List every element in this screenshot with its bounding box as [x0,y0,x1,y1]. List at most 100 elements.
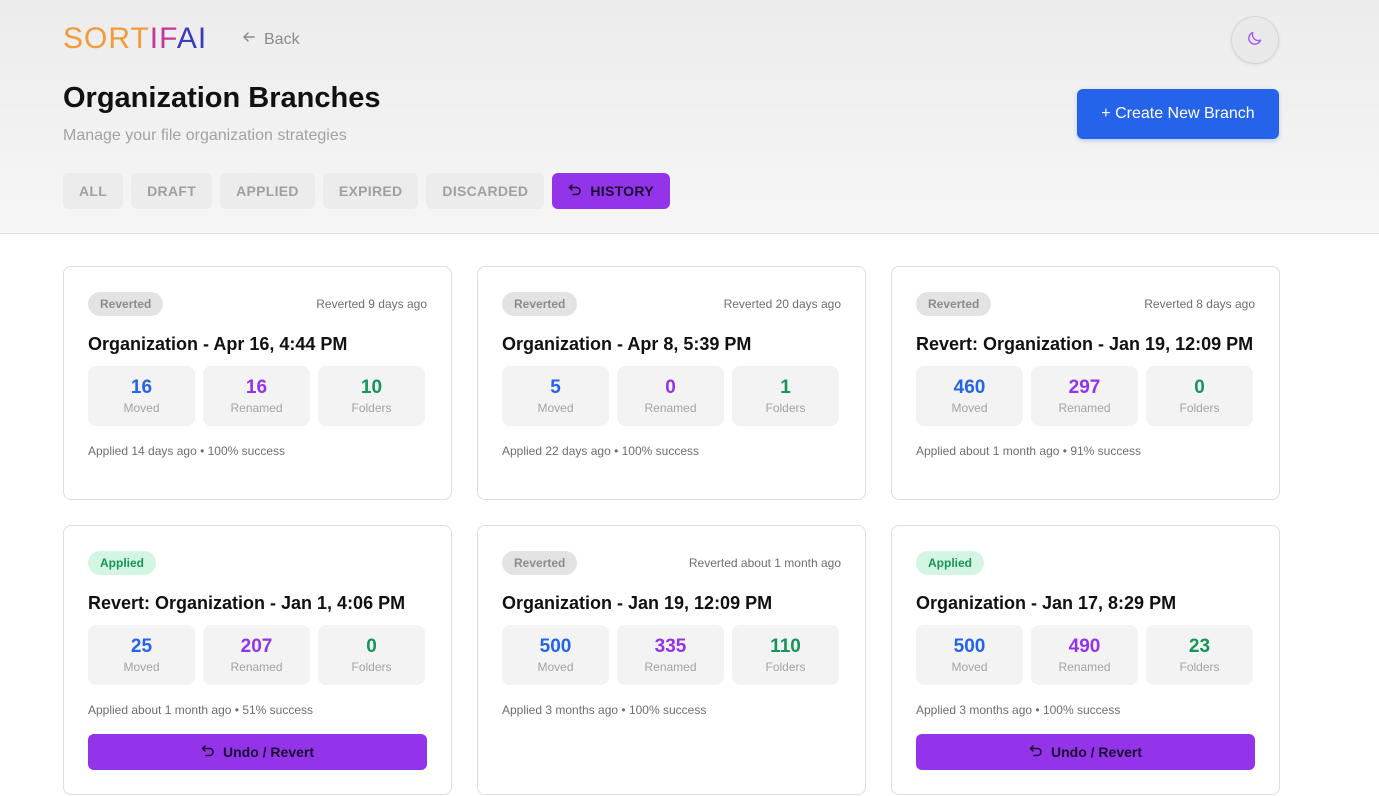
stat-value: 25 [130,636,153,657]
undo-revert-button[interactable]: Undo / Revert [916,734,1255,770]
stat-value: 207 [240,636,273,657]
applied-meta: Applied about 1 month ago • 51% success [88,703,314,717]
stat-moved: 500 Moved [916,625,1023,685]
create-new-branch-button[interactable]: + Create New Branch [1077,89,1279,139]
theme-toggle-button[interactable] [1231,16,1279,64]
stat-label: Renamed [230,401,283,415]
tab-label: APPLIED [236,183,299,199]
branch-stats: 25 Moved 207 Renamed 0 Folders [88,625,427,685]
branch-card[interactable]: Reverted Reverted 9 days ago Organizatio… [63,266,452,500]
stat-folders: 110 Folders [732,625,839,685]
stat-label: Folders [765,660,806,674]
branch-card[interactable]: Applied Organization - Jan 17, 8:29 PM 5… [891,525,1280,795]
tab-label: DRAFT [147,183,197,199]
branch-stats: 500 Moved 335 Renamed 110 Folders [502,625,841,685]
branch-card[interactable]: Reverted Reverted about 1 month ago Orga… [477,525,866,795]
stat-renamed: 490 Renamed [1031,625,1138,685]
tab-history[interactable]: HISTORY [552,173,670,209]
stat-label: Renamed [1058,660,1111,674]
undo-icon [568,183,582,200]
stat-value: 335 [654,636,687,657]
moon-icon [1246,29,1264,52]
status-badge: Applied [916,551,984,575]
branch-grid: Reverted Reverted 9 days ago Organizatio… [63,266,1280,795]
applied-meta: Applied about 1 month ago • 91% success [916,444,1142,458]
back-button[interactable]: Back [242,30,300,49]
stat-label: Moved [537,401,574,415]
stat-label: Folders [351,660,392,674]
branch-title: Revert: Organization - Jan 19, 12:09 PM [916,334,1254,354]
branch-stats: 500 Moved 490 Renamed 23 Folders [916,625,1255,685]
stat-value: 0 [1194,377,1205,398]
stat-label: Moved [123,401,160,415]
applied-meta: Applied 14 days ago • 100% success [88,444,285,458]
stat-folders: 1 Folders [732,366,839,426]
stat-value: 0 [366,636,377,657]
stat-value: 16 [245,377,268,398]
tab-discarded[interactable]: DISCARDED [426,173,545,209]
stat-label: Renamed [644,660,697,674]
stat-label: Renamed [644,401,697,415]
reverted-time: Reverted 8 days ago [1144,297,1255,311]
stat-label: Renamed [230,660,283,674]
tab-expired[interactable]: EXPIRED [322,173,419,209]
stat-label: Moved [951,401,988,415]
stat-folders: 23 Folders [1146,625,1253,685]
back-label: Back [264,30,300,48]
undo-label: Undo / Revert [222,744,314,760]
branch-title: Organization - Jan 17, 8:29 PM [916,593,1177,613]
stat-label: Folders [765,401,806,415]
stat-label: Folders [1179,660,1220,674]
stat-value: 10 [360,377,383,398]
stat-moved: 500 Moved [502,625,609,685]
stat-value: 500 [539,636,572,657]
stat-value: 110 [770,636,801,657]
stat-folders: 0 Folders [318,625,425,685]
stat-renamed: 335 Renamed [617,625,724,685]
tab-all[interactable]: ALL [63,173,124,209]
stat-folders: 0 Folders [1146,366,1253,426]
stat-label: Moved [951,660,988,674]
branch-card[interactable]: Reverted Reverted 8 days ago Revert: Org… [891,266,1280,500]
undo-icon [1029,744,1043,761]
status-badge: Reverted [916,292,992,316]
tab-applied[interactable]: APPLIED [220,173,315,209]
stat-moved: 16 Moved [88,366,195,426]
branch-title: Organization - Apr 8, 5:39 PM [502,334,752,354]
status-badge: Reverted [88,292,164,316]
tab-draft[interactable]: DRAFT [131,173,213,209]
stat-label: Renamed [1058,401,1111,415]
logo-text-sort: SORT [63,22,150,55]
branch-card[interactable]: Applied Revert: Organization - Jan 1, 4:… [63,525,452,795]
stat-value: 1 [780,377,791,398]
stat-renamed: 0 Renamed [617,366,724,426]
logo-text-ai: AI [176,22,208,55]
tab-label: ALL [79,183,108,199]
stat-label: Moved [537,660,574,674]
sortifai-logo[interactable]: SORTIFAI [63,22,207,56]
tab-label: DISCARDED [442,183,529,199]
stat-value: 500 [953,636,986,657]
page-header: SORTIFAI Back Organization Branches Mana… [0,0,1379,234]
undo-revert-button[interactable]: Undo / Revert [88,734,427,770]
stat-value: 16 [130,377,153,398]
page-title: Organization Branches [63,82,381,114]
stat-value: 460 [953,377,986,398]
arrow-left-icon [242,30,256,49]
undo-label: Undo / Revert [1050,744,1142,760]
branch-card[interactable]: Reverted Reverted 20 days ago Organizati… [477,266,866,500]
reverted-time: Reverted 20 days ago [723,297,841,311]
undo-icon [201,744,215,761]
stat-folders: 10 Folders [318,366,425,426]
stat-moved: 5 Moved [502,366,609,426]
stat-moved: 25 Moved [88,625,195,685]
applied-meta: Applied 22 days ago • 100% success [502,444,699,458]
stat-value: 5 [550,377,561,398]
reverted-time: Reverted about 1 month ago [688,556,841,570]
stat-value: 490 [1068,636,1101,657]
applied-meta: Applied 3 months ago • 100% success [502,703,707,717]
status-tabs: ALL DRAFT APPLIED EXPIRED DISCARDED HIST… [63,173,670,209]
stat-value: 297 [1068,377,1101,398]
branch-title: Revert: Organization - Jan 1, 4:06 PM [88,593,406,613]
branch-stats: 460 Moved 297 Renamed 0 Folders [916,366,1255,426]
